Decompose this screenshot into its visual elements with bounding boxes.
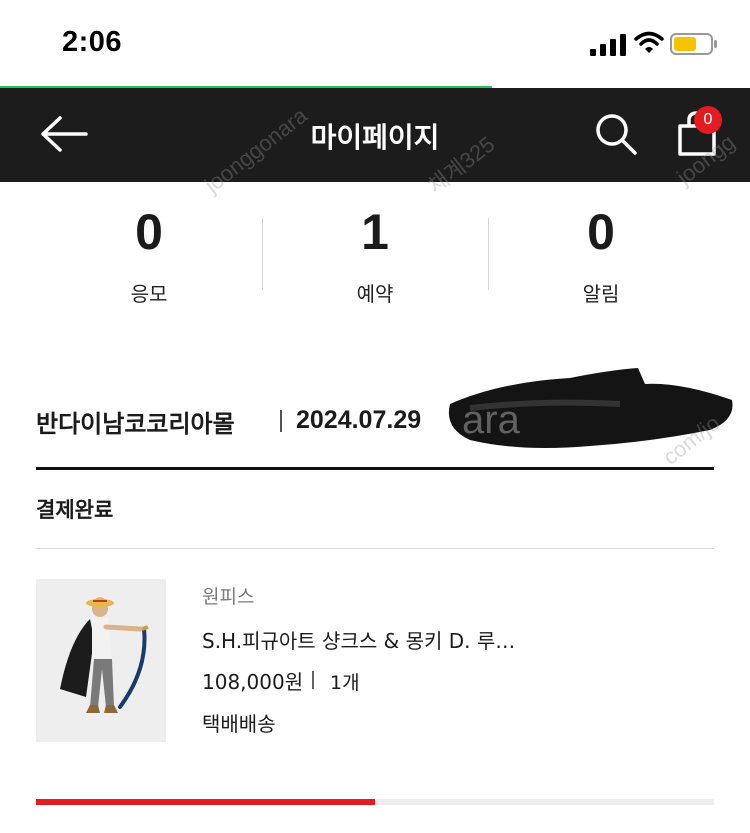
stat-entries-label: 응모 bbox=[130, 282, 168, 306]
stat-reservations-label: 예약 bbox=[356, 282, 394, 306]
stat-reservations-count: 1 bbox=[361, 204, 389, 260]
redaction-mark bbox=[448, 368, 733, 448]
stat-entries[interactable]: 0 응모 bbox=[36, 200, 262, 310]
stat-notifications[interactable]: 0 알림 bbox=[488, 200, 714, 310]
payment-status: 결제완료 bbox=[36, 498, 114, 522]
stat-notifications-count: 0 bbox=[587, 204, 615, 260]
battery-icon bbox=[670, 33, 717, 55]
stat-notifications-label: 알림 bbox=[582, 282, 620, 306]
stat-reservations[interactable]: 1 예약 bbox=[262, 200, 488, 310]
product-category: 원피스 bbox=[202, 586, 255, 608]
order-divider bbox=[36, 467, 714, 470]
top-app-bar: 마이페이지 bbox=[0, 88, 750, 182]
search-icon[interactable] bbox=[594, 112, 638, 156]
product-name[interactable]: S.H.피규아트 샹크스 & 몽키 D. 루… bbox=[202, 625, 515, 654]
seller-name: 반다이남코코리아몰 bbox=[36, 410, 235, 438]
stat-entries-count: 0 bbox=[135, 204, 163, 260]
order-date: 2024.07.29 bbox=[296, 406, 422, 434]
separator bbox=[280, 410, 282, 432]
cart-count-badge: 0 bbox=[694, 106, 722, 134]
divider bbox=[36, 548, 714, 549]
activity-summary: 0 응모 1 예약 0 알림 bbox=[36, 200, 714, 310]
separator bbox=[312, 671, 314, 689]
status-bar: 2:06 bbox=[0, 0, 750, 86]
product-quantity: 1개 bbox=[330, 672, 360, 694]
order-progress-fill bbox=[36, 799, 375, 805]
status-time: 2:06 bbox=[62, 26, 123, 58]
product-price: 108,000원 bbox=[202, 670, 304, 694]
product-thumbnail[interactable] bbox=[36, 579, 166, 742]
wifi-icon bbox=[634, 31, 664, 53]
figure-image bbox=[60, 597, 149, 713]
signal-icon bbox=[590, 34, 626, 56]
order-progress-bar bbox=[36, 799, 714, 805]
delivery-method: 택배배송 bbox=[202, 712, 276, 736]
